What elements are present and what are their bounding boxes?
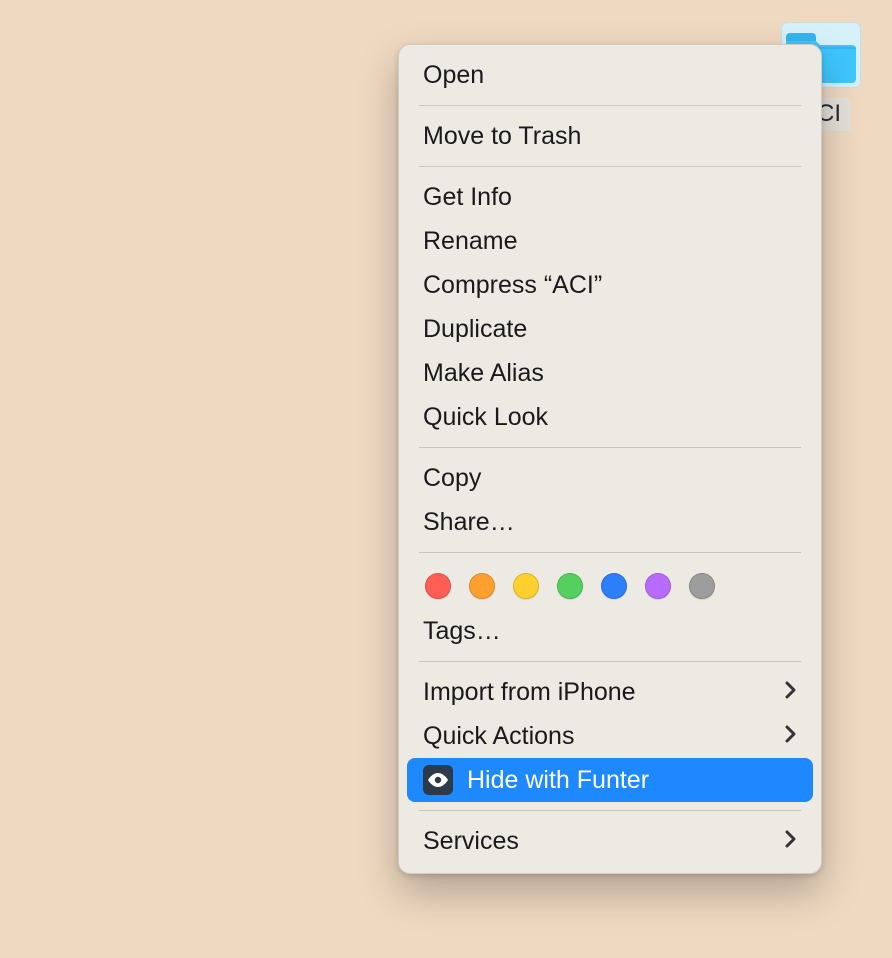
menu-item-label: Move to Trash — [423, 114, 797, 158]
menu-item-move-to-trash[interactable]: Move to Trash — [399, 114, 821, 158]
menu-item-tags[interactable]: Tags… — [399, 609, 821, 653]
menu-item-services[interactable]: Services — [399, 819, 821, 863]
menu-item-label: Compress “ACI” — [423, 263, 797, 307]
menu-separator — [419, 552, 801, 553]
menu-item-label: Open — [423, 53, 797, 97]
menu-item-label: Import from iPhone — [423, 670, 771, 714]
tag-orange[interactable] — [469, 573, 495, 599]
menu-separator — [419, 166, 801, 167]
menu-item-label: Share… — [423, 500, 797, 544]
menu-item-share[interactable]: Share… — [399, 500, 821, 544]
menu-item-label: Hide with Funter — [467, 758, 797, 802]
tag-yellow[interactable] — [513, 573, 539, 599]
menu-item-label: Get Info — [423, 175, 797, 219]
menu-item-label: Services — [423, 819, 771, 863]
menu-item-get-info[interactable]: Get Info — [399, 175, 821, 219]
chevron-right-icon — [785, 714, 797, 758]
menu-item-label: Duplicate — [423, 307, 797, 351]
menu-item-label: Quick Actions — [423, 714, 771, 758]
tag-blue[interactable] — [601, 573, 627, 599]
tag-gray[interactable] — [689, 573, 715, 599]
menu-item-label: Copy — [423, 456, 797, 500]
tag-red[interactable] — [425, 573, 451, 599]
menu-item-import-from-iphone[interactable]: Import from iPhone — [399, 670, 821, 714]
menu-item-duplicate[interactable]: Duplicate — [399, 307, 821, 351]
menu-separator — [419, 105, 801, 106]
tag-purple[interactable] — [645, 573, 671, 599]
menu-separator — [419, 810, 801, 811]
menu-item-label: Tags… — [423, 609, 797, 653]
chevron-right-icon — [785, 670, 797, 714]
funter-app-icon — [423, 765, 453, 795]
menu-item-quick-actions[interactable]: Quick Actions — [399, 714, 821, 758]
chevron-right-icon — [785, 819, 797, 863]
tags-color-row — [399, 561, 821, 609]
menu-separator — [419, 661, 801, 662]
menu-item-compress[interactable]: Compress “ACI” — [399, 263, 821, 307]
menu-item-label: Rename — [423, 219, 797, 263]
menu-item-copy[interactable]: Copy — [399, 456, 821, 500]
menu-separator — [419, 447, 801, 448]
menu-item-open[interactable]: Open — [399, 53, 821, 97]
menu-item-label: Make Alias — [423, 351, 797, 395]
menu-item-hide-with-funter[interactable]: Hide with Funter — [407, 758, 813, 802]
context-menu: Open Move to Trash Get Info Rename Compr… — [398, 44, 822, 874]
menu-item-label: Quick Look — [423, 395, 797, 439]
menu-item-quick-look[interactable]: Quick Look — [399, 395, 821, 439]
tag-green[interactable] — [557, 573, 583, 599]
menu-item-rename[interactable]: Rename — [399, 219, 821, 263]
menu-item-make-alias[interactable]: Make Alias — [399, 351, 821, 395]
